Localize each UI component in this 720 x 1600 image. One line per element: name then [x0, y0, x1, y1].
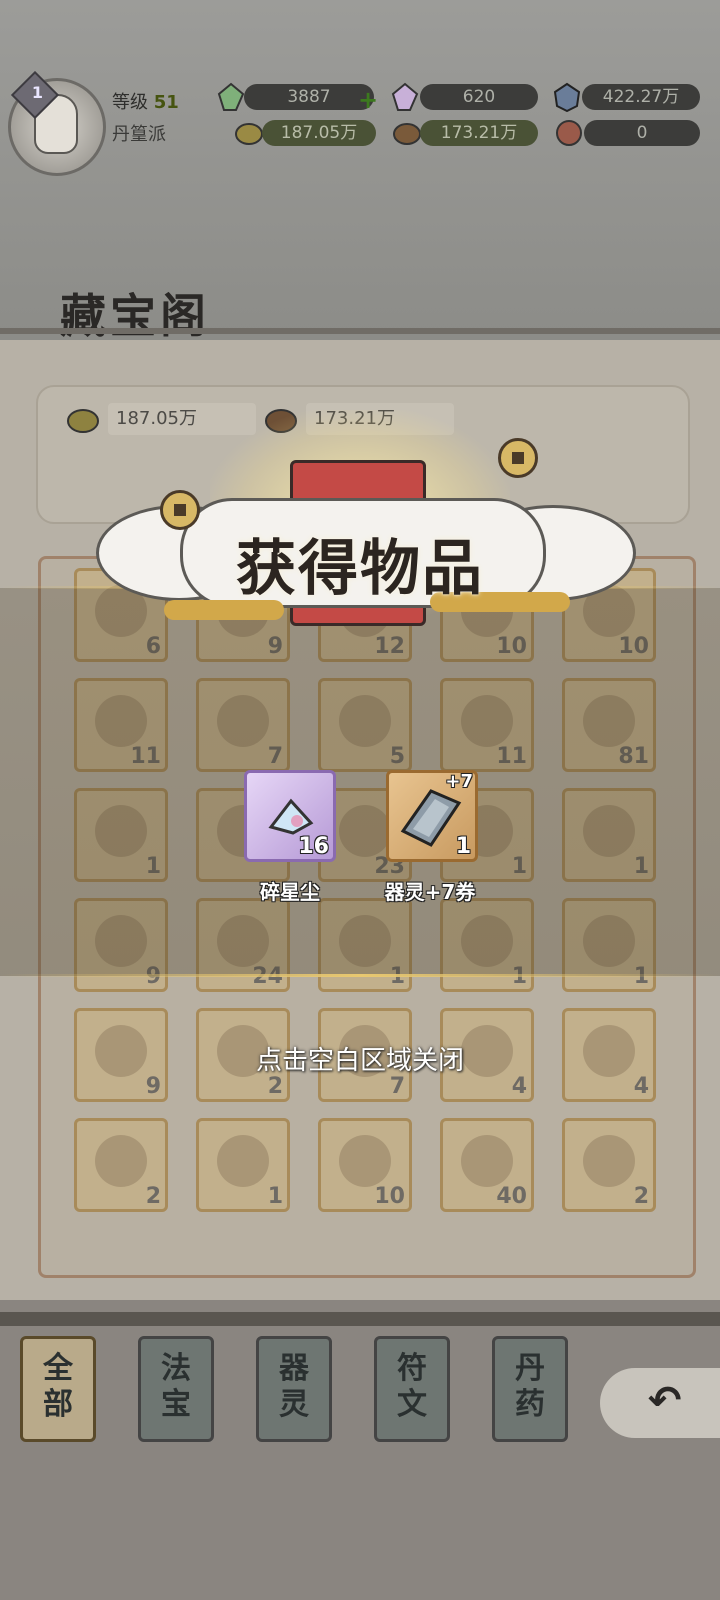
- resource-gem-rainbow: 620: [420, 84, 538, 110]
- inventory-slot[interactable]: 2: [562, 1118, 656, 1212]
- reward-item-stardust[interactable]: 16: [244, 770, 336, 862]
- gold-ore-icon: [66, 405, 99, 435]
- tab-label: 符文: [397, 1351, 427, 1422]
- reward-qty: 16: [298, 834, 329, 859]
- resource-gold-ore: 187.05万: [262, 120, 376, 146]
- title-divider: [0, 328, 720, 334]
- coin-right-icon: [498, 438, 538, 478]
- item-icon: [461, 1135, 513, 1187]
- reward-qty: 1: [455, 834, 471, 859]
- item-count: 7: [389, 1074, 405, 1099]
- item-icon: [339, 1135, 391, 1187]
- tab-label: 丹药: [515, 1351, 545, 1422]
- tab-rune[interactable]: 符文: [374, 1336, 450, 1442]
- reward-banner: [0, 588, 720, 976]
- tab-pill[interactable]: 丹药: [492, 1336, 568, 1442]
- rainbow-gem-icon: [390, 82, 420, 112]
- reward-badge: +7: [445, 771, 473, 792]
- red-seal-icon: [554, 118, 584, 148]
- item-count: 40: [496, 1184, 527, 1209]
- level-value: 51: [153, 92, 179, 113]
- item-icon: [95, 1135, 147, 1187]
- resource-crystal: 422.27万: [582, 84, 700, 110]
- item-count: 4: [511, 1074, 527, 1099]
- item-count: 9: [145, 1074, 161, 1099]
- inventory-slot[interactable]: 40: [440, 1118, 534, 1212]
- player-level: 等级 51: [112, 88, 179, 114]
- add-resource-button[interactable]: +: [358, 86, 378, 114]
- inventory-slot[interactable]: 2: [74, 1118, 168, 1212]
- reward-name-stardust: 碎星尘: [260, 880, 320, 904]
- reward-name-spirit-ticket: 器灵+7券: [384, 880, 476, 904]
- tab-label: 器灵: [279, 1351, 309, 1422]
- inventory-slot[interactable]: 10: [318, 1118, 412, 1212]
- tab-treasure[interactable]: 法宝: [138, 1336, 214, 1442]
- tabs-bar: [0, 1312, 720, 1326]
- tab-label: 法宝: [161, 1351, 191, 1422]
- item-count: 2: [267, 1074, 283, 1099]
- item-icon: [583, 1135, 635, 1187]
- tab-spirit[interactable]: 器灵: [256, 1336, 332, 1442]
- item-count: 2: [145, 1184, 161, 1209]
- inventory-slot[interactable]: 1: [196, 1118, 290, 1212]
- gold-ore-icon: [234, 118, 264, 148]
- green-gem-icon: [216, 82, 246, 112]
- player-sect: 丹篁派: [112, 124, 166, 145]
- resource-copper-ore: 173.21万: [420, 120, 538, 146]
- level-label: 等级: [112, 92, 148, 113]
- tab-all[interactable]: 全部: [20, 1336, 96, 1442]
- blue-crystal-icon: [552, 82, 582, 113]
- bottom-background: [0, 1300, 720, 1600]
- copper-ore-icon: [392, 118, 422, 148]
- vip-level: 1: [31, 83, 44, 103]
- tab-label: 全部: [43, 1351, 73, 1422]
- page-title: 藏宝阁: [60, 289, 210, 343]
- close-hint[interactable]: 点击空白区域关闭: [0, 1040, 720, 1077]
- reward-item-spirit-ticket[interactable]: +7 1: [386, 770, 478, 862]
- resource-gem-green: 3887: [244, 84, 374, 110]
- popup-title: 获得物品: [236, 534, 484, 604]
- item-count: 1: [267, 1184, 283, 1209]
- item-icon: [217, 1135, 269, 1187]
- banner-bottom-line: [0, 974, 720, 977]
- back-arrow-icon: ↶: [648, 1378, 682, 1424]
- item-count: 2: [633, 1184, 649, 1209]
- item-count: 4: [633, 1074, 649, 1099]
- item-count: 10: [374, 1184, 405, 1209]
- resource-seal: 0: [584, 120, 700, 146]
